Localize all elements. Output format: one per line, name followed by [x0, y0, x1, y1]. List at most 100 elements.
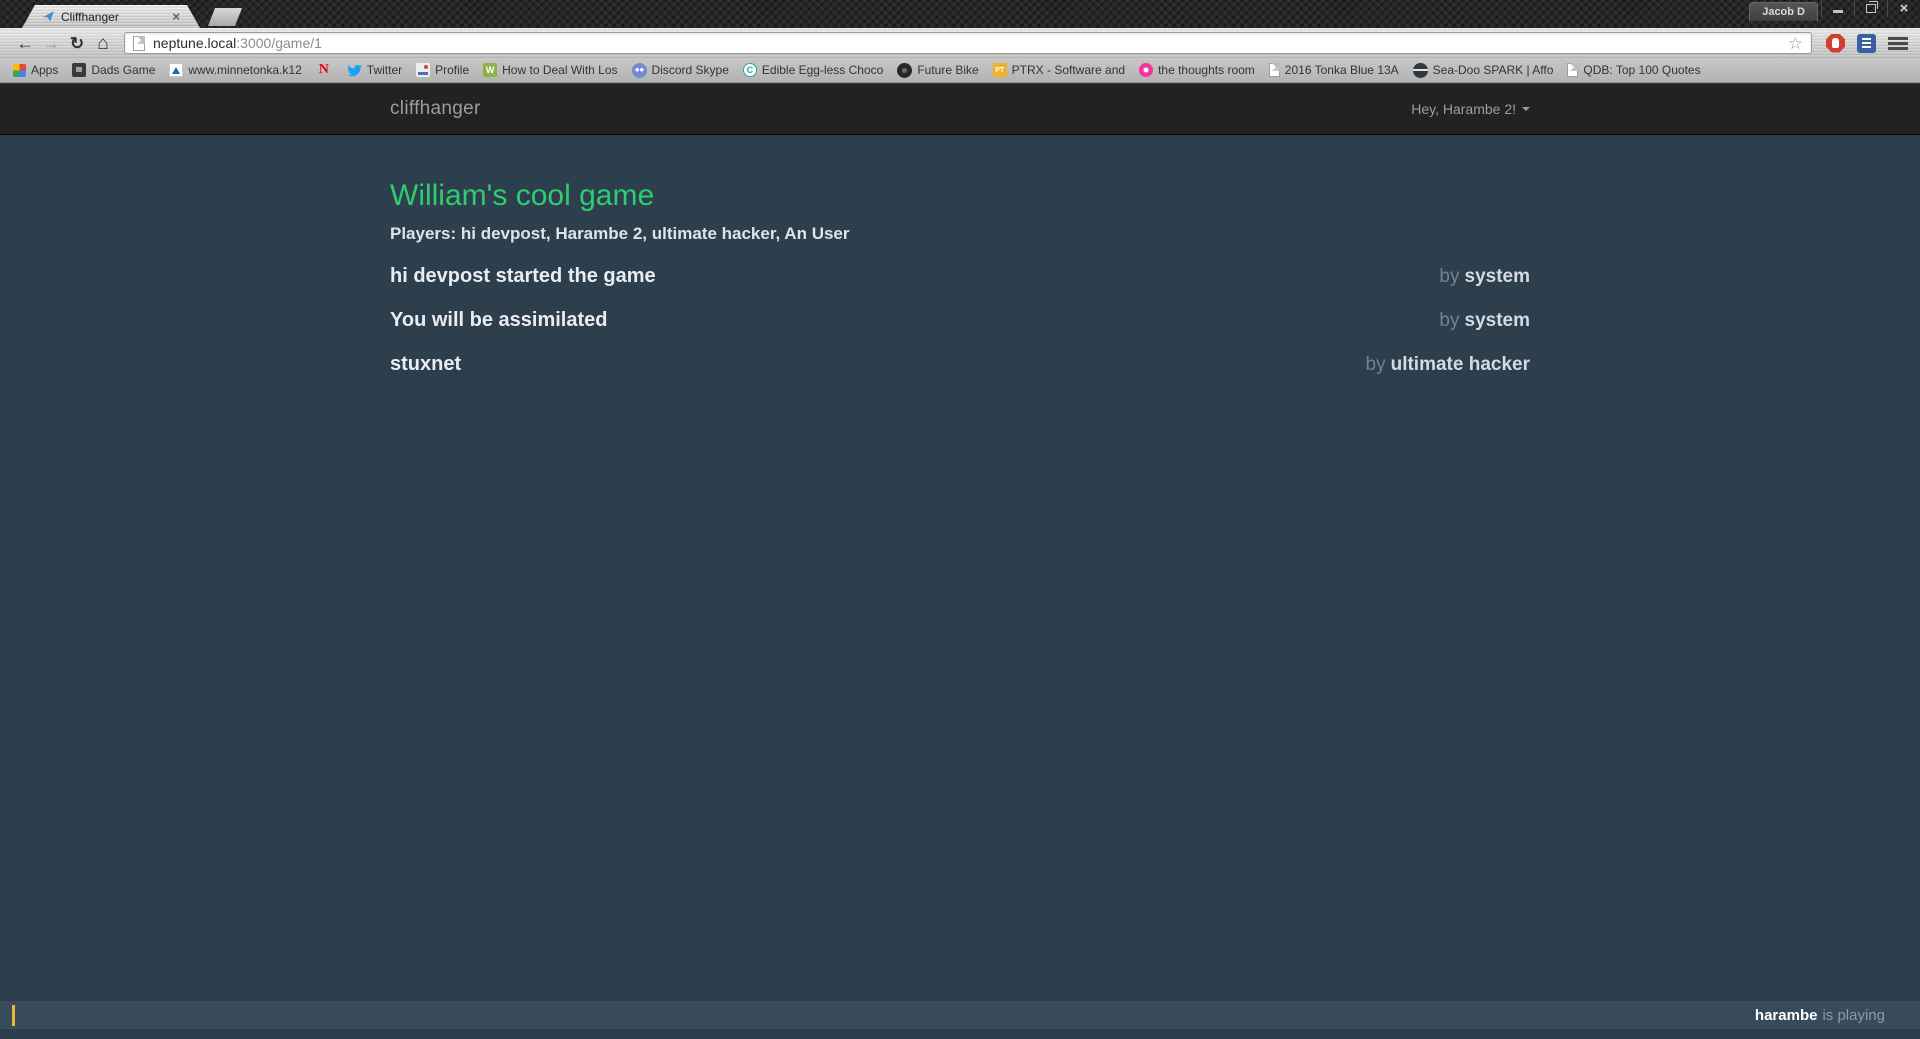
message-meta: by ultimate hacker: [1366, 354, 1530, 376]
edible-favicon: C: [742, 63, 757, 77]
text-cursor: [12, 1004, 15, 1026]
blue-extension-icon[interactable]: [1857, 33, 1876, 53]
bookmark-label: Discord Skype: [651, 63, 729, 77]
bookmark-twitter[interactable]: Twitter: [339, 60, 409, 80]
user-menu-label: Hey, Harambe 2!: [1411, 101, 1516, 117]
twitter-bird-icon: [347, 64, 362, 77]
message-meta: by system: [1439, 266, 1530, 288]
back-button[interactable]: ←: [12, 35, 38, 52]
typing-status-user: harambe: [1754, 1006, 1818, 1024]
message-text: You will be assimilated: [390, 309, 608, 331]
site-brand[interactable]: cliffhanger: [390, 98, 481, 120]
refresh-button[interactable]: ↻: [64, 35, 90, 52]
paper-plane-favicon: [42, 10, 55, 23]
message-author: ultimate hacker: [1390, 354, 1530, 375]
bookmark-label: QDB: Top 100 Quotes: [1583, 63, 1701, 77]
bookmark-seadoo[interactable]: Sea-Doo SPARK | Affo: [1406, 60, 1561, 80]
bookmark-label: Future Bike: [917, 63, 979, 77]
profile-favicon: [416, 63, 431, 77]
close-icon: ×: [1899, 0, 1909, 17]
chrome-menu-icon[interactable]: [1888, 36, 1908, 50]
bookmark-label: Dads Game: [91, 63, 156, 77]
bookmark-label: Edible Egg-less Choco: [761, 63, 884, 77]
bookmark-label: Apps: [31, 63, 59, 77]
chevron-down-icon: [1522, 107, 1530, 111]
bookmark-label: How to Deal With Los: [502, 63, 618, 77]
bookmark-edible[interactable]: C Edible Egg-less Choco: [736, 60, 890, 80]
by-label: by: [1365, 354, 1386, 375]
bookmark-profile[interactable]: Profile: [409, 60, 476, 80]
bookmark-label: www.minnetonka.k12: [188, 63, 302, 77]
netflix-n-icon: N: [318, 62, 329, 77]
message-meta: by system: [1439, 310, 1530, 332]
message-row: stuxnet by ultimate hacker: [390, 353, 1530, 376]
bookmark-tonka[interactable]: 2016 Tonka Blue 13A: [1262, 60, 1406, 80]
close-button[interactable]: ×: [1887, 0, 1920, 17]
wheel-favicon: [897, 62, 913, 78]
bookmark-label: Sea-Doo SPARK | Affo: [1432, 63, 1554, 77]
bookmark-qdb[interactable]: QDB: Top 100 Quotes: [1560, 60, 1707, 80]
typing-status: harambe is playing: [1755, 1007, 1885, 1024]
bookmark-label: Profile: [435, 63, 470, 77]
browser-profile-button[interactable]: Jacob D: [1749, 2, 1818, 21]
message-text: hi devpost started the game: [390, 265, 656, 287]
minnetonka-favicon: [169, 63, 184, 77]
home-button[interactable]: ⌂: [90, 34, 116, 53]
bookmark-apps[interactable]: Apps: [6, 60, 65, 80]
by-label: by: [1439, 310, 1460, 331]
bookmark-label: PTRX - Software and: [1011, 63, 1126, 77]
discord-favicon: [631, 62, 647, 78]
message-text: stuxnet: [390, 353, 462, 375]
bookmark-ptrx[interactable]: PT PTRX - Software and: [986, 60, 1132, 80]
browser-tab-cliffhanger[interactable]: Cliffhanger ×: [22, 5, 200, 28]
cliffhanger-page: cliffhanger Hey, Harambe 2! William's co…: [0, 84, 1920, 1039]
chat-input[interactable]: harambe is playing: [0, 1001, 1920, 1029]
restore-button[interactable]: [1854, 0, 1887, 17]
restore-icon: [1866, 1, 1878, 13]
bookmark-dads-game[interactable]: Dads Game: [65, 60, 162, 80]
page-favicon: [133, 35, 145, 51]
bookmark-minnetonka[interactable]: www.minnetonka.k12: [162, 60, 308, 80]
game-title: William's cool game: [390, 179, 655, 212]
url-bar[interactable]: neptune.local:3000/game/1 ☆: [124, 32, 1812, 54]
url-host: neptune.local: [153, 35, 237, 51]
forward-button[interactable]: →: [38, 35, 64, 52]
url-text: neptune.local:3000/game/1: [153, 35, 1788, 51]
new-tab-button[interactable]: [208, 8, 242, 26]
message-author: system: [1464, 310, 1531, 331]
ptrx-favicon: PT: [992, 63, 1007, 77]
browser-toolbar: ← → ↻ ⌂ neptune.local:3000/game/1 ☆: [0, 28, 1920, 58]
user-menu[interactable]: Hey, Harambe 2!: [1411, 101, 1530, 117]
bookmark-wikihow[interactable]: W How to Deal With Los: [476, 60, 624, 80]
page-icon: [1567, 63, 1579, 77]
bookmarks-bar: Apps Dads Game www.minnetonka.k12 N Twit…: [0, 58, 1920, 83]
window-controls: ×: [1821, 0, 1920, 17]
bookmark-thoughts-room[interactable]: the thoughts room: [1132, 60, 1262, 80]
apps-grid-icon: [13, 63, 26, 77]
bookmark-star-icon[interactable]: ☆: [1788, 35, 1803, 52]
typing-status-text: is playing: [1822, 1006, 1885, 1024]
bookmark-label: Twitter: [366, 63, 403, 77]
message-list: hi devpost started the game by system You…: [390, 265, 1530, 376]
page-icon: [1268, 63, 1280, 77]
minimize-button[interactable]: [1821, 0, 1854, 17]
bookmark-label: the thoughts room: [1158, 63, 1255, 77]
tab-title: Cliffhanger: [61, 9, 119, 24]
game-content: William's cool game Players: hi devpost,…: [390, 179, 1530, 376]
adblock-extension-icon[interactable]: [1826, 33, 1845, 53]
wikihow-favicon: W: [483, 63, 498, 77]
by-label: by: [1439, 266, 1460, 287]
site-navbar: cliffhanger Hey, Harambe 2!: [0, 84, 1920, 135]
players-list: Players: hi devpost, Harambe 2, ultimate…: [390, 224, 850, 243]
bookmark-netflix[interactable]: N: [309, 60, 339, 80]
message-author: system: [1464, 266, 1531, 287]
globe-icon: [1412, 62, 1428, 78]
bookmark-future-bike[interactable]: Future Bike: [890, 60, 985, 80]
thoughts-room-favicon: [1139, 63, 1154, 77]
tab-close-icon[interactable]: ×: [172, 10, 180, 23]
dads-game-favicon: [72, 63, 87, 77]
url-path: :3000/game/1: [236, 35, 322, 51]
minimize-icon: [1833, 10, 1843, 13]
bookmark-discord-skype[interactable]: Discord Skype: [625, 60, 736, 80]
browser-tabstrip: Cliffhanger × Jacob D ×: [0, 0, 1920, 28]
